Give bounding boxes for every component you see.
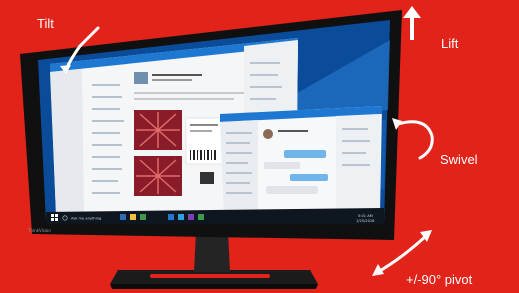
stand-neck xyxy=(194,232,230,272)
mail-sidebar xyxy=(50,69,84,214)
pivot-label: +/-90° pivot xyxy=(406,272,473,287)
swivel-label: Swivel xyxy=(440,152,478,167)
chat-bubble xyxy=(284,150,326,158)
taskbar-clock: 5:01 AM xyxy=(358,214,373,218)
up-arrow-icon xyxy=(403,6,421,40)
taskbar-search-box[interactable]: Ask me anything xyxy=(71,217,101,221)
chat-bubble xyxy=(290,174,328,181)
brand-logo: ThinkVision xyxy=(27,228,51,233)
contacts-list xyxy=(220,120,258,216)
curved-arrow-icon xyxy=(392,118,434,160)
stand-accent-stripe xyxy=(150,274,270,278)
tilt-label: Tilt xyxy=(37,16,54,31)
taskbar-date: 1/25/2016 xyxy=(356,219,375,223)
messaging-window xyxy=(220,106,382,216)
chat-bubble xyxy=(266,186,318,194)
monitor-stand xyxy=(110,232,318,289)
lift-label: Lift xyxy=(441,36,459,51)
product-banner: { "callouts": { "tilt": "Tilt", "lift": … xyxy=(0,0,519,293)
avatar xyxy=(263,129,273,139)
chat-bubble xyxy=(264,162,300,169)
